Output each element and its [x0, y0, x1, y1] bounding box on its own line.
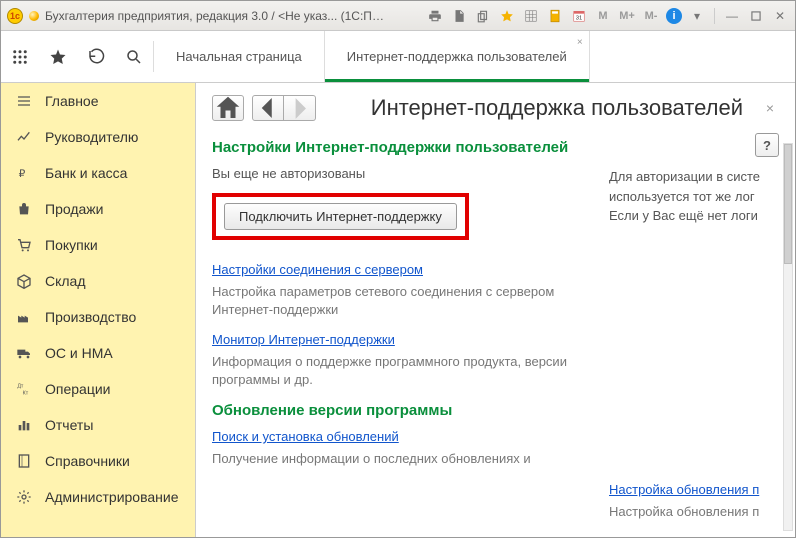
section-update-heading: Обновление версии программы [212, 402, 569, 419]
close-button[interactable]: ✕ [771, 7, 789, 25]
sidebar-item-manager[interactable]: Руководителю [1, 119, 195, 155]
sidebar-label: Справочники [45, 453, 130, 469]
box-icon [15, 272, 33, 290]
monitor-link[interactable]: Монитор Интернет-поддержки [212, 332, 395, 347]
maximize-button[interactable] [747, 7, 765, 25]
sidebar-item-bank[interactable]: ₽ Банк и касса [1, 155, 195, 191]
apps-icon[interactable] [1, 31, 39, 82]
bag-icon [15, 200, 33, 218]
content: Настройки Интернет-поддержки пользовател… [196, 125, 795, 537]
titlebar: 1c Бухгалтерия предприятия, редакция 3.0… [1, 1, 795, 31]
sidebar-item-directories[interactable]: Справочники [1, 443, 195, 479]
connection-desc: Настройка параметров сетевого соединения… [212, 283, 569, 318]
gear-icon [15, 488, 33, 506]
tab-home-label: Начальная страница [176, 49, 302, 64]
copy-icon[interactable] [474, 7, 492, 25]
update-settings-desc: Настройка обновления п [609, 503, 779, 521]
print-icon[interactable] [426, 7, 444, 25]
doc-icon[interactable] [450, 7, 468, 25]
tab-support[interactable]: Интернет-поддержка пользователей × [325, 31, 590, 82]
tab-close-icon[interactable]: × [577, 37, 583, 48]
connection-settings-link[interactable]: Настройки соединения с сервером [212, 262, 423, 277]
info-icon[interactable]: i [666, 8, 682, 24]
calc-icon[interactable] [546, 7, 564, 25]
back-button[interactable] [252, 95, 284, 121]
bars-icon [15, 416, 33, 434]
scrollbar-thumb[interactable] [784, 144, 792, 264]
sidebar-item-warehouse[interactable]: Склад [1, 263, 195, 299]
history-icon[interactable] [77, 31, 115, 82]
update-desc: Получение информации о последних обновле… [212, 450, 569, 468]
help-button[interactable]: ? [755, 133, 779, 157]
sidebar-label: Продажи [45, 201, 103, 217]
sidebar-item-main[interactable]: Главное [1, 83, 195, 119]
minimize-button[interactable]: — [723, 7, 741, 25]
sidebar-item-production[interactable]: Производство [1, 299, 195, 335]
body: Главное Руководителю ₽ Банк и касса Прода… [1, 83, 795, 537]
window-title: Бухгалтерия предприятия, редакция 3.0 / … [45, 9, 385, 23]
dropdown-icon[interactable]: ▾ [688, 7, 706, 25]
grid-icon[interactable] [522, 7, 540, 25]
monitor-desc: Информация о поддержке программного прод… [212, 353, 569, 388]
sidebar-item-purchases[interactable]: Покупки [1, 227, 195, 263]
mem-m[interactable]: M [594, 7, 612, 25]
book-icon [15, 452, 33, 470]
menu-icon [15, 92, 33, 110]
sidebar-label: Руководителю [45, 129, 138, 145]
truck-icon [15, 344, 33, 362]
calendar-icon[interactable]: 31 [570, 7, 588, 25]
sidebar-item-operations[interactable]: ДтКт Операции [1, 371, 195, 407]
sidebar-label: Администрирование [45, 489, 179, 505]
sidebar-label: ОС и НМА [45, 345, 113, 361]
connect-highlight: Подключить Интернет-поддержку [212, 193, 469, 240]
sidebar-label: Банк и касса [45, 165, 127, 181]
auth-info-text: Для авторизации в систе используется тот… [609, 167, 779, 226]
cart-icon [15, 236, 33, 254]
mem-mplus[interactable]: M+ [618, 7, 636, 25]
tab-home[interactable]: Начальная страница [154, 31, 325, 82]
sidebar-label: Склад [45, 273, 86, 289]
sidebar-label: Отчеты [45, 417, 93, 433]
sidebar-label: Операции [45, 381, 111, 397]
forward-button[interactable] [284, 95, 316, 121]
sidebar-label: Покупки [45, 237, 98, 253]
mem-mminus[interactable]: M- [642, 7, 660, 25]
sidebar-item-reports[interactable]: Отчеты [1, 407, 195, 443]
chart-icon [15, 128, 33, 146]
tab-support-label: Интернет-поддержка пользователей [347, 49, 567, 64]
section-settings-heading: Настройки Интернет-поддержки пользовател… [212, 139, 569, 156]
page-toolbar: Интернет-поддержка пользователей × [196, 83, 795, 125]
svg-text:₽: ₽ [19, 168, 26, 180]
ruble-icon: ₽ [15, 164, 33, 182]
ops-icon: ДтКт [15, 380, 33, 398]
sidebar-label: Производство [45, 309, 136, 325]
page-close-button[interactable]: × [761, 100, 779, 116]
scrollbar[interactable] [783, 143, 793, 531]
connect-button[interactable]: Подключить Интернет-поддержку [224, 203, 457, 230]
app-window: 1c Бухгалтерия предприятия, редакция 3.0… [0, 0, 796, 538]
factory-icon [15, 308, 33, 326]
home-button[interactable] [212, 95, 244, 121]
favorites-icon[interactable] [39, 31, 77, 82]
svg-text:31: 31 [576, 15, 582, 21]
top-tabstrip: Начальная страница Интернет-поддержка по… [1, 31, 795, 83]
svg-text:Дт: Дт [17, 384, 24, 390]
update-search-link[interactable]: Поиск и установка обновлений [212, 429, 399, 444]
sidebar: Главное Руководителю ₽ Банк и касса Прода… [1, 83, 196, 537]
app-icon: 1c [7, 8, 23, 24]
sidebar-label: Главное [45, 93, 99, 109]
state-icon [29, 11, 39, 21]
update-settings-link[interactable]: Настройка обновления п [609, 482, 759, 497]
sidebar-item-assets[interactable]: ОС и НМА [1, 335, 195, 371]
not-authorized-text: Вы еще не авторизованы [212, 166, 569, 181]
search-icon[interactable] [115, 31, 153, 82]
page-title: Интернет-поддержка пользователей [371, 95, 743, 121]
sidebar-item-sales[interactable]: Продажи [1, 191, 195, 227]
star-icon[interactable] [498, 7, 516, 25]
main-area: Интернет-поддержка пользователей × Настр… [196, 83, 795, 537]
svg-text:Кт: Кт [23, 390, 29, 396]
sidebar-item-admin[interactable]: Администрирование [1, 479, 195, 515]
